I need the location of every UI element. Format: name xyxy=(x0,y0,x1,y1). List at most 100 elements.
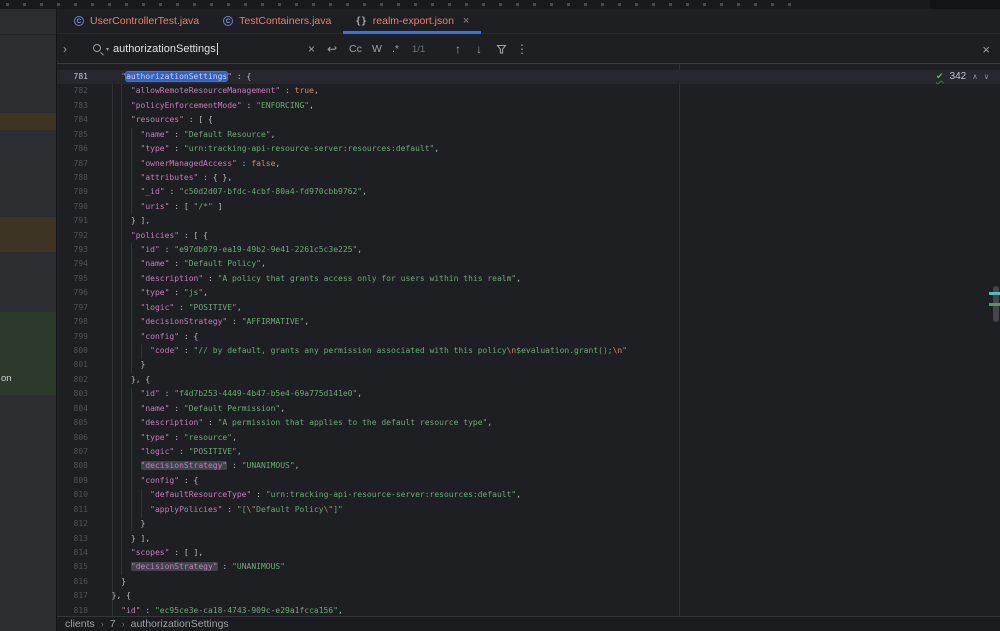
code-line-783[interactable]: 783 "policyEnforcementMode" : "ENFORCING… xyxy=(57,99,1000,113)
code-line-803[interactable]: 803 "id" : "f4d7b253-4449-4b47-b5e4-69a7… xyxy=(57,387,1000,401)
breadcrumb-separator-icon: › xyxy=(101,619,104,629)
code-line-789[interactable]: 789 "_id" : "c50d2d07-bfdc-4cbf-80a4-fd9… xyxy=(57,185,1000,199)
code-text: "resources" : [ { xyxy=(102,113,213,127)
regex-toggle[interactable]: .* xyxy=(392,35,399,63)
line-number: 786 xyxy=(57,142,102,156)
code-line-784[interactable]: 784 "resources" : [ { xyxy=(57,113,1000,127)
code-text: "decisionStrategy" : "AFFIRMATIVE", xyxy=(102,315,309,329)
next-problem-icon[interactable]: ∨ xyxy=(984,72,990,81)
clipped-menu-text xyxy=(6,3,796,6)
code-text: "logic" : "POSITIVE", xyxy=(102,445,242,459)
previous-problem-icon[interactable]: ∧ xyxy=(972,72,978,81)
background-window[interactable]: on xyxy=(0,9,56,631)
tab-testcontainers-java[interactable]: CTestContainers.java xyxy=(211,9,343,33)
code-line-781[interactable]: 781 "authorizationSettings" : { xyxy=(57,70,1000,84)
line-number: 802 xyxy=(57,373,102,387)
match-case-toggle[interactable]: Cc xyxy=(349,35,362,63)
code-line-790[interactable]: 790 "uris" : [ "/*" ] xyxy=(57,200,1000,214)
tab-label: TestContainers.java xyxy=(239,15,331,27)
code-line-816[interactable]: 816 } xyxy=(57,575,1000,589)
line-number: 801 xyxy=(57,358,102,372)
code-editor[interactable]: 781 "authorizationSettings" : {782 "allo… xyxy=(57,64,1000,616)
expand-replace-chevron-icon[interactable]: › xyxy=(63,35,67,63)
breadcrumb-item-clients[interactable]: clients xyxy=(65,618,95,630)
scrollbar-analysis-marker xyxy=(989,292,1000,295)
more-options-icon[interactable]: ⋮ xyxy=(516,35,528,63)
code-text: "id" : "f4d7b253-4449-4b47-b5e4-69a775d1… xyxy=(102,387,362,401)
clear-search-icon[interactable]: × xyxy=(308,35,315,63)
code-line-814[interactable]: 814 "scopes" : [ ], xyxy=(57,546,1000,560)
code-line-797[interactable]: 797 "logic" : "POSITIVE", xyxy=(57,301,1000,315)
match-count: 1/1 xyxy=(412,35,425,63)
code-text: "name" : "Default Resource", xyxy=(102,128,275,142)
background-window-band xyxy=(0,113,56,130)
code-text: "decisionStrategy" : "UNANIMOUS" xyxy=(102,560,285,574)
code-text: "ownerManagedAccess" : false, xyxy=(102,157,280,171)
breadcrumb-item-7[interactable]: 7 xyxy=(110,618,116,630)
code-text: "description" : "A policy that grants ac… xyxy=(102,272,521,286)
breadcrumb-item-authorizationsettings[interactable]: authorizationSettings xyxy=(131,618,229,630)
json-icon: {} xyxy=(355,16,366,27)
menu-bar-right xyxy=(930,0,1000,9)
class-icon: C xyxy=(74,16,84,26)
code-line-791[interactable]: 791 } ], xyxy=(57,214,1000,228)
tab-realm-export-json[interactable]: {}realm-export.json× xyxy=(343,9,481,33)
code-line-811[interactable]: 811 "applyPolicies" : "[\"Default Policy… xyxy=(57,503,1000,517)
tab-usercontrollertest-java[interactable]: CUserControllerTest.java xyxy=(62,9,211,33)
code-text: "config" : { xyxy=(102,330,198,344)
code-line-818[interactable]: 818 "id" : "ec95ce3e-ca18-4743-909c-e29a… xyxy=(57,604,1000,616)
line-number: 785 xyxy=(57,128,102,142)
line-number: 795 xyxy=(57,272,102,286)
code-line-785[interactable]: 785 "name" : "Default Resource", xyxy=(57,128,1000,142)
line-number: 815 xyxy=(57,560,102,574)
line-number: 791 xyxy=(57,214,102,228)
code-line-815[interactable]: 815 "decisionStrategy" : "UNANIMOUS" xyxy=(57,560,1000,574)
screenshot-root: on CUserControllerTest.javaCTestContaine… xyxy=(0,0,1000,631)
code-line-808[interactable]: 808 "decisionStrategy" : "UNANIMOUS", xyxy=(57,459,1000,473)
code-line-798[interactable]: 798 "decisionStrategy" : "AFFIRMATIVE", xyxy=(57,315,1000,329)
code-line-799[interactable]: 799 "config" : { xyxy=(57,330,1000,344)
code-line-802[interactable]: 802 }, { xyxy=(57,373,1000,387)
code-line-796[interactable]: 796 "type" : "js", xyxy=(57,286,1000,300)
code-line-810[interactable]: 810 "defaultResourceType" : "urn:trackin… xyxy=(57,488,1000,502)
code-line-813[interactable]: 813 } ], xyxy=(57,532,1000,546)
code-line-809[interactable]: 809 "config" : { xyxy=(57,474,1000,488)
previous-match-button[interactable]: ↑ xyxy=(455,35,461,63)
code-line-801[interactable]: 801 } xyxy=(57,358,1000,372)
code-line-788[interactable]: 788 "attributes" : { }, xyxy=(57,171,1000,185)
line-number: 794 xyxy=(57,257,102,271)
menu-bar-clipped xyxy=(0,0,1000,9)
close-search-icon[interactable]: × xyxy=(982,35,990,63)
code-line-806[interactable]: 806 "type" : "resource", xyxy=(57,431,1000,445)
code-line-804[interactable]: 804 "name" : "Default Permission", xyxy=(57,402,1000,416)
code-text: "type" : "resource", xyxy=(102,431,237,445)
whole-words-toggle[interactable]: W xyxy=(372,35,382,63)
search-icon[interactable]: ▾ xyxy=(92,35,109,63)
code-line-817[interactable]: 817 }, { xyxy=(57,589,1000,603)
code-line-786[interactable]: 786 "type" : "urn:tracking-api-resource-… xyxy=(57,142,1000,156)
line-number: 789 xyxy=(57,185,102,199)
line-number: 800 xyxy=(57,344,102,358)
search-input[interactable]: authorizationSettings xyxy=(113,35,218,63)
code-line-807[interactable]: 807 "logic" : "POSITIVE", xyxy=(57,445,1000,459)
background-window-band xyxy=(0,217,56,252)
code-line-793[interactable]: 793 "id" : "e97db079-ea19-49b2-9e41-2261… xyxy=(57,243,1000,257)
code-line-794[interactable]: 794 "name" : "Default Policy", xyxy=(57,257,1000,271)
search-bar: › ▾ authorizationSettings × ↩ Cc W .* 1/… xyxy=(57,35,1000,64)
inspections-widget[interactable]: ✔ 342 ∧ ∨ xyxy=(936,69,989,84)
code-line-782[interactable]: 782 "allowRemoteResourceManagement" : tr… xyxy=(57,84,1000,98)
filter-icon[interactable] xyxy=(496,35,507,63)
code-line-787[interactable]: 787 "ownerManagedAccess" : false, xyxy=(57,157,1000,171)
newline-icon[interactable]: ↩ xyxy=(327,35,337,63)
code-text: "type" : "js", xyxy=(102,286,208,300)
code-text: "_id" : "c50d2d07-bfdc-4cbf-80a4-fd970cb… xyxy=(102,185,367,199)
code-text: "authorizationSettings" : { xyxy=(102,70,251,84)
code-line-792[interactable]: 792 "policies" : [ { xyxy=(57,229,1000,243)
magnifier-icon xyxy=(92,43,104,55)
code-line-795[interactable]: 795 "description" : "A policy that grant… xyxy=(57,272,1000,286)
close-tab-icon[interactable]: × xyxy=(463,15,469,27)
next-match-button[interactable]: ↓ xyxy=(476,35,482,63)
code-line-800[interactable]: 800 "code" : "// by default, grants any … xyxy=(57,344,1000,358)
code-line-812[interactable]: 812 } xyxy=(57,517,1000,531)
code-line-805[interactable]: 805 "description" : "A permission that a… xyxy=(57,416,1000,430)
